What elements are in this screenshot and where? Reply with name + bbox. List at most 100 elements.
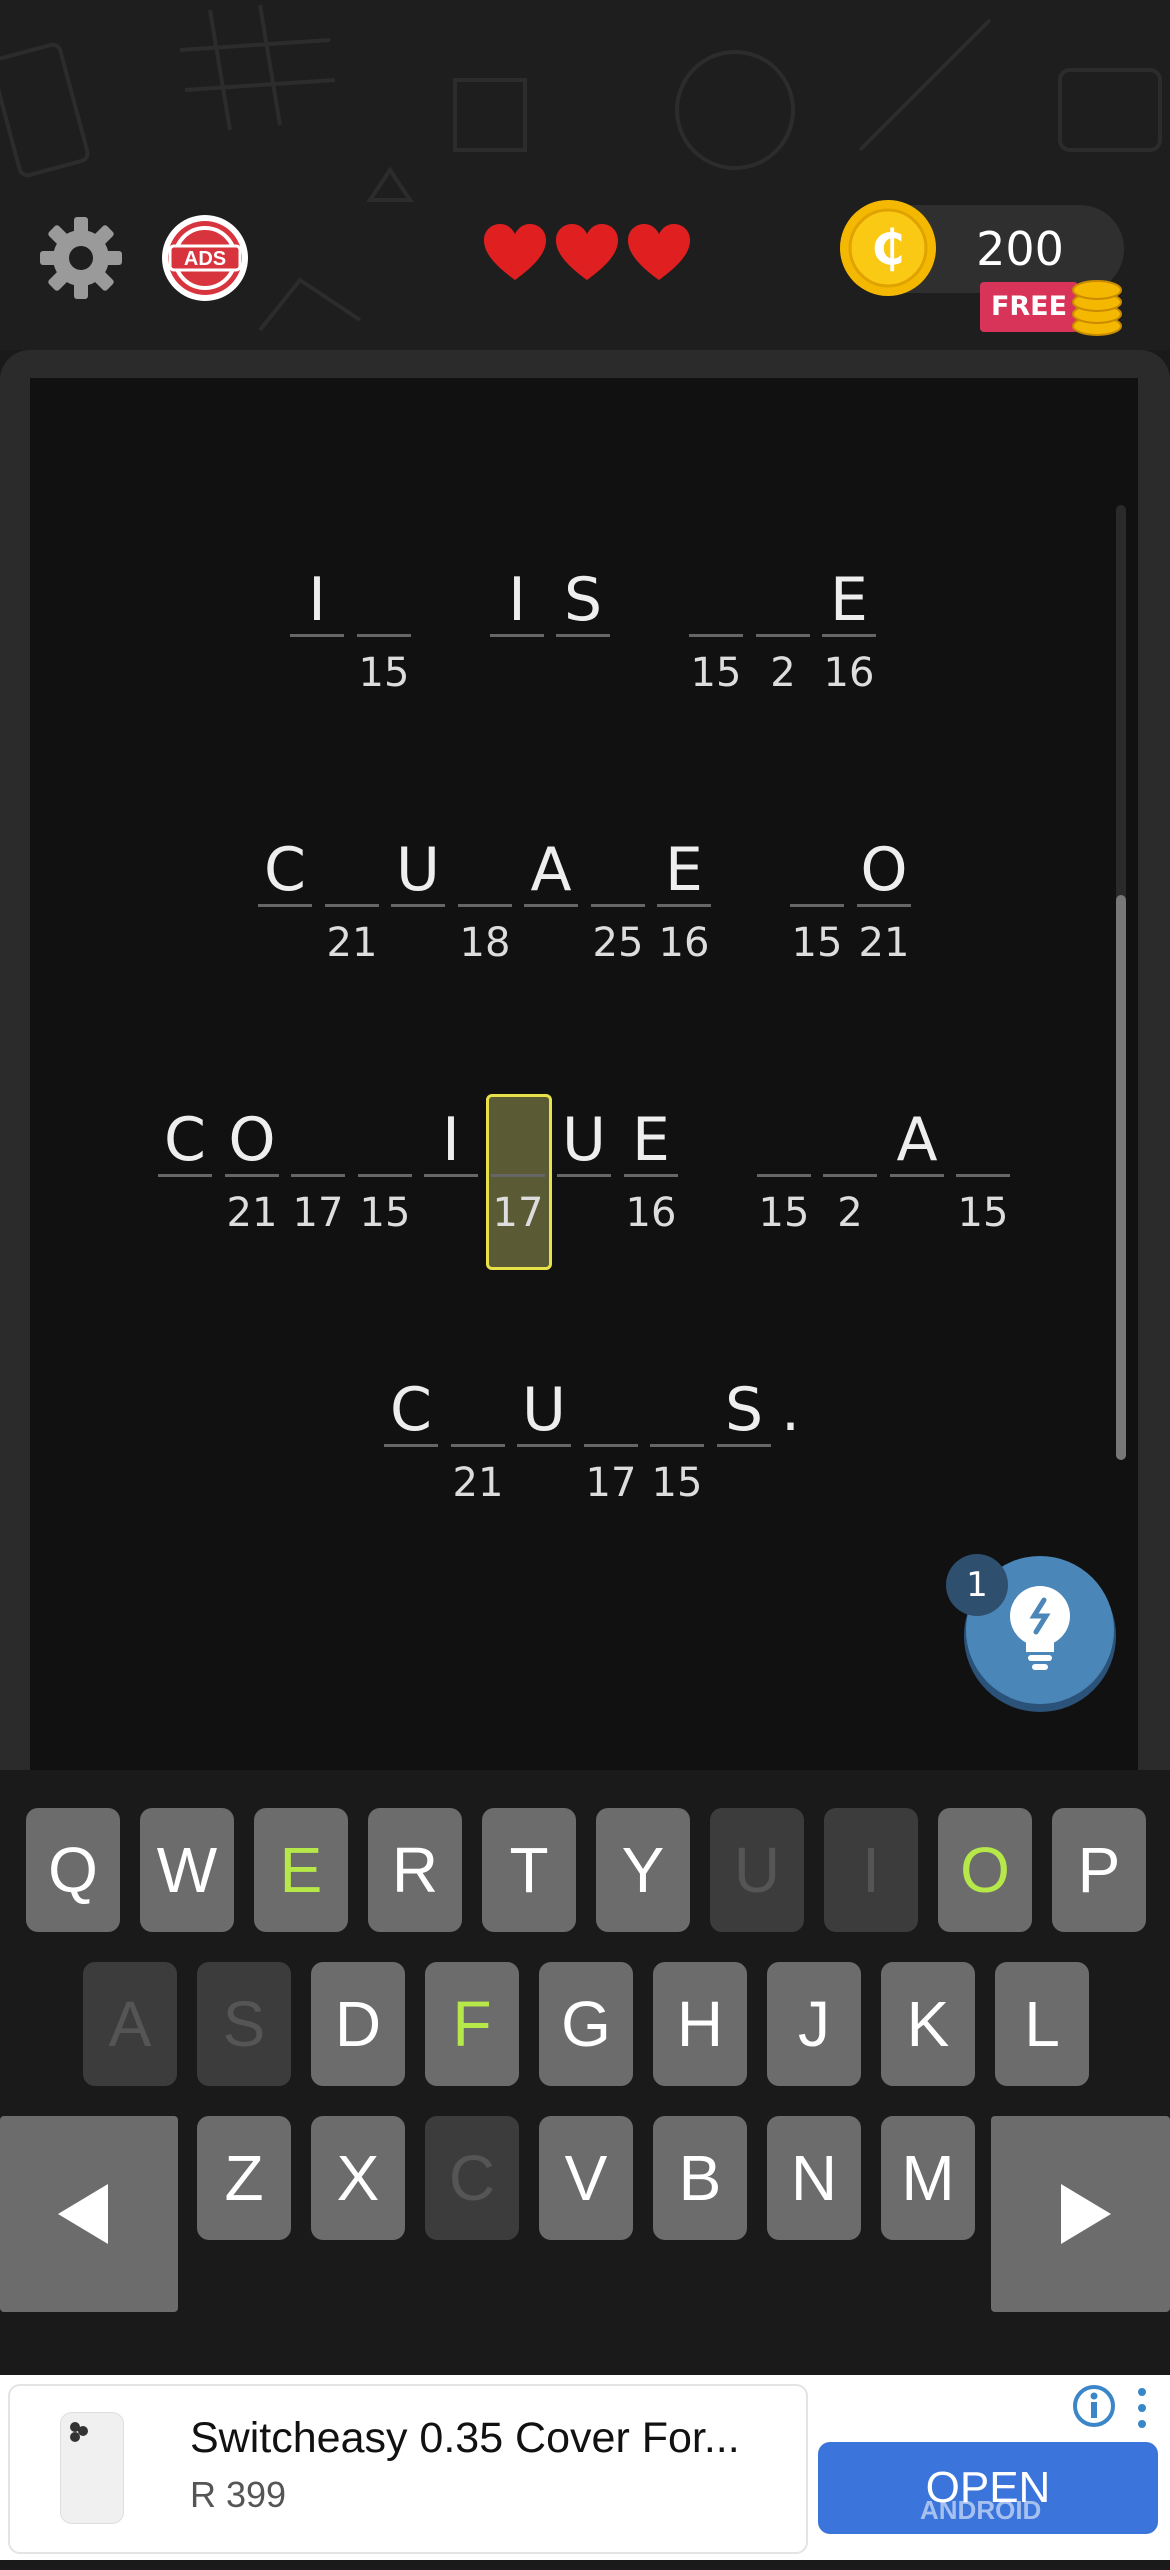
key-j[interactable]: J <box>767 1962 861 2086</box>
puzzle-cell[interactable]: O 21 <box>225 1108 279 1238</box>
puzzle-cell[interactable]: S <box>717 1378 771 1508</box>
puzzle-cell[interactable]: 2 <box>756 568 810 698</box>
key-d[interactable]: D <box>311 1962 405 2086</box>
cell-letter: E <box>665 835 703 905</box>
settings-gear-icon[interactable] <box>38 215 124 301</box>
puzzle-cell[interactable]: 15 <box>956 1108 1010 1238</box>
puzzle-cell[interactable]: E 16 <box>657 838 711 968</box>
puzzle-cell[interactable]: 17 <box>291 1108 345 1238</box>
cell-underline <box>357 634 411 637</box>
cell-underline <box>556 634 610 637</box>
cell-underline <box>717 1444 771 1447</box>
cell-underline <box>650 1444 704 1447</box>
key-s[interactable]: S <box>197 1962 291 2086</box>
key-m[interactable]: M <box>881 2116 975 2240</box>
cell-code-number: 17 <box>292 1190 344 1236</box>
puzzle-cell[interactable]: 21 <box>451 1378 505 1508</box>
key-r[interactable]: R <box>368 1808 462 1932</box>
next-cell-button[interactable] <box>991 2116 1170 2312</box>
cell-letter <box>458 838 512 902</box>
key-b[interactable]: B <box>653 2116 747 2240</box>
puzzle-cell[interactable]: I <box>424 1108 478 1238</box>
cell-code-number: 21 <box>226 1190 278 1236</box>
cell-code-number <box>518 922 584 964</box>
remove-ads-button[interactable]: ADS <box>160 213 250 303</box>
puzzle-cell[interactable]: A <box>524 838 578 968</box>
key-e[interactable]: E <box>254 1808 348 1932</box>
cell-underline <box>491 1174 545 1177</box>
puzzle-cell[interactable]: 17 <box>486 1094 552 1270</box>
scrollbar-thumb[interactable] <box>1116 895 1126 1460</box>
key-f[interactable]: F <box>425 1962 519 2086</box>
key-o[interactable]: O <box>938 1808 1032 1932</box>
puzzle-cell[interactable]: 21 <box>325 838 379 968</box>
puzzle-cell[interactable]: 15 <box>757 1108 811 1238</box>
cell-underline <box>757 1174 811 1177</box>
info-icon[interactable] <box>1072 2384 1116 2428</box>
key-a[interactable]: A <box>83 1962 177 2086</box>
puzzle-cell[interactable]: U <box>557 1108 611 1238</box>
key-u[interactable]: U <box>710 1808 804 1932</box>
cell-code-number: 21 <box>452 1460 504 1506</box>
puzzle-cell[interactable]: 15 <box>790 838 844 968</box>
ad-title[interactable]: Switcheasy 0.35 Cover For... <box>190 2410 790 2466</box>
cell-code-number: 16 <box>823 650 875 696</box>
key-q[interactable]: Q <box>26 1808 120 1932</box>
cell-letter: C <box>264 835 306 905</box>
key-t[interactable]: T <box>482 1808 576 1932</box>
puzzle-cell[interactable]: E 16 <box>624 1108 678 1238</box>
puzzle-cell[interactable]: 17 <box>584 1378 638 1508</box>
puzzle-cell[interactable]: C <box>258 838 312 968</box>
puzzle-cell[interactable]: I <box>290 568 344 698</box>
key-c[interactable]: C <box>425 2116 519 2240</box>
puzzle-cell[interactable]: 25 <box>591 838 645 968</box>
puzzle-cell[interactable]: C <box>384 1378 438 1508</box>
cell-letter <box>358 1108 412 1172</box>
puzzle-cell[interactable]: U <box>391 838 445 968</box>
previous-cell-button[interactable] <box>0 2116 178 2312</box>
puzzle-cell[interactable]: 18 <box>458 838 512 968</box>
cell-code-number: 15 <box>758 1190 810 1236</box>
puzzle-cell[interactable]: O 21 <box>857 838 911 968</box>
puzzle-cell[interactable]: 15 <box>650 1378 704 1508</box>
no-ads-icon: ADS <box>162 215 248 301</box>
puzzle-cell[interactable]: U <box>517 1378 571 1508</box>
key-w[interactable]: W <box>140 1808 234 1932</box>
cell-code-number: 21 <box>858 920 910 966</box>
cell-letter: O <box>860 835 908 905</box>
puzzle-cell[interactable]: C <box>158 1108 212 1238</box>
cell-code-number: 15 <box>651 1460 703 1506</box>
puzzle-cell[interactable]: 15 <box>358 1108 412 1238</box>
key-y[interactable]: Y <box>596 1808 690 1932</box>
puzzle-cell[interactable]: 2 <box>823 1108 877 1238</box>
cell-code-number <box>252 922 318 964</box>
puzzle-cell[interactable]: I <box>490 568 544 698</box>
key-h[interactable]: H <box>653 1962 747 2086</box>
cell-letter <box>357 568 411 632</box>
key-x[interactable]: X <box>311 2116 405 2240</box>
key-n[interactable]: N <box>767 2116 861 2240</box>
key-i[interactable]: I <box>824 1808 918 1932</box>
puzzle-cell[interactable]: 15 <box>357 568 411 698</box>
puzzle-cell[interactable]: 15 <box>689 568 743 698</box>
svg-text:₵: ₵ <box>871 220 904 276</box>
puzzle-cell[interactable]: E 16 <box>822 568 876 698</box>
cell-letter <box>650 1378 704 1442</box>
puzzle-cell[interactable]: A <box>890 1108 944 1238</box>
key-l[interactable]: L <box>995 1962 1089 2086</box>
cell-letter: S <box>563 565 603 635</box>
key-k[interactable]: K <box>881 1962 975 2086</box>
free-coins-button[interactable]: FREE <box>980 282 1078 332</box>
cell-underline <box>458 904 512 907</box>
cell-underline <box>158 1174 212 1177</box>
key-g[interactable]: G <box>539 1962 633 2086</box>
cell-code-number <box>551 1192 617 1234</box>
more-options-icon[interactable] <box>1132 2386 1152 2430</box>
key-v[interactable]: V <box>539 2116 633 2240</box>
key-z[interactable]: Z <box>197 2116 291 2240</box>
key-p[interactable]: P <box>1052 1808 1146 1932</box>
cell-letter <box>756 568 810 632</box>
cell-letter <box>956 1108 1010 1172</box>
product-image[interactable] <box>60 2412 124 2524</box>
puzzle-cell[interactable]: S <box>556 568 610 698</box>
